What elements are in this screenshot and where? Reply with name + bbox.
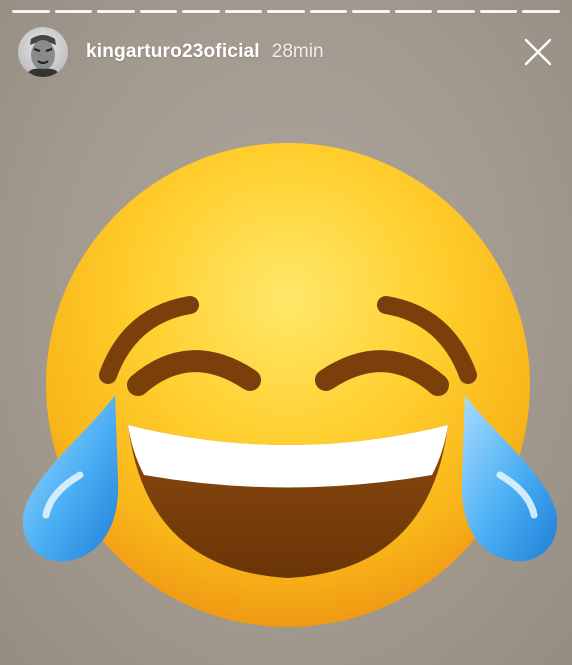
progress-segment (522, 10, 560, 13)
story-content-emoji (20, 130, 560, 650)
progress-segment (12, 10, 50, 13)
progress-segment (437, 10, 475, 13)
close-icon (524, 38, 552, 66)
avatar[interactable] (18, 27, 68, 77)
story-viewer[interactable]: kingarturo23oficial 28min (0, 0, 572, 665)
face-with-tears-of-joy-icon (22, 143, 558, 627)
story-username[interactable]: kingarturo23oficial (86, 41, 260, 63)
progress-segment (352, 10, 390, 13)
progress-segment (139, 10, 178, 13)
story-header: kingarturo23oficial 28min (18, 26, 558, 78)
progress-segment (479, 10, 518, 13)
close-button[interactable] (518, 32, 558, 72)
story-timestamp: 28min (271, 41, 324, 62)
progress-segment (224, 10, 263, 13)
progress-segment (394, 10, 433, 13)
progress-segment (267, 10, 305, 13)
progress-segment (97, 10, 135, 13)
progress-segment (309, 10, 348, 13)
progress-segment (54, 10, 93, 13)
progress-segment (182, 10, 220, 13)
story-progress-bar (12, 10, 560, 13)
